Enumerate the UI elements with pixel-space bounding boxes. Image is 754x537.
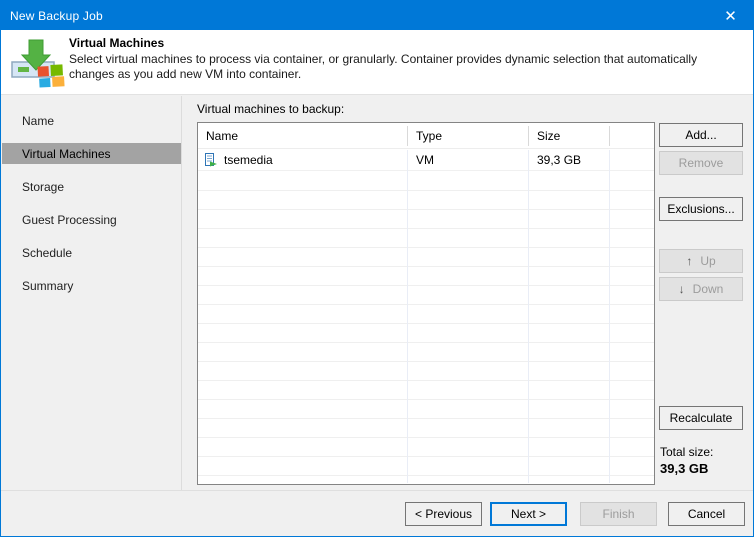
cancel-button[interactable]: Cancel (668, 502, 745, 526)
step-description: Select virtual machines to process via c… (69, 52, 698, 81)
vm-table[interactable]: Name Type Size tsemedia VM 39,3 GB (197, 122, 655, 485)
total-size-value: 39,3 GB (660, 461, 709, 476)
remove-button[interactable]: Remove (659, 151, 743, 175)
vm-table-header: Name Type Size (198, 123, 654, 149)
next-button[interactable]: Next > (490, 502, 567, 526)
exclusions-button[interactable]: Exclusions... (659, 197, 743, 221)
column-header-name[interactable]: Name (198, 123, 408, 149)
backup-job-icon (11, 37, 65, 89)
recalculate-button[interactable]: Recalculate (659, 406, 743, 430)
footer-bar: < Previous Next > Finish Cancel (1, 490, 753, 536)
wizard-steps-sidebar: Name Virtual Machines Storage Guest Proc… (2, 96, 182, 490)
column-header-size[interactable]: Size (529, 123, 610, 149)
sidebar-item-virtual-machines[interactable]: Virtual Machines (2, 143, 181, 164)
column-divider[interactable] (407, 126, 408, 146)
sidebar-item-storage[interactable]: Storage (2, 176, 181, 197)
add-button[interactable]: Add... (659, 123, 743, 147)
down-button[interactable]: ↓ Down (659, 277, 743, 301)
column-header-type[interactable]: Type (408, 123, 529, 149)
up-button-label: Up (700, 254, 716, 268)
finish-button[interactable]: Finish (580, 502, 657, 526)
vm-name: tsemedia (224, 152, 273, 167)
close-icon: ✕ (724, 7, 737, 25)
column-divider[interactable] (609, 126, 610, 146)
up-button[interactable]: ↑ Up (659, 249, 743, 273)
sidebar-item-summary[interactable]: Summary (2, 275, 181, 296)
step-title: Virtual Machines (69, 36, 165, 50)
vm-icon (205, 152, 217, 166)
title-bar: New Backup Job (1, 1, 753, 30)
window-title: New Backup Job (10, 8, 103, 23)
down-arrow-icon: ↓ (678, 282, 685, 296)
column-gridline (609, 150, 610, 483)
sidebar-item-guest-processing[interactable]: Guest Processing (2, 209, 181, 230)
vm-name-cell: tsemedia (198, 152, 408, 167)
previous-button[interactable]: < Previous (405, 502, 482, 526)
up-arrow-icon: ↑ (686, 254, 693, 268)
table-row[interactable]: tsemedia VM 39,3 GB (198, 149, 654, 171)
vm-list-label: Virtual machines to backup: (197, 102, 345, 116)
wizard-header: Virtual Machines Select virtual machines… (1, 30, 753, 95)
close-button[interactable]: ✕ (708, 1, 753, 30)
column-gridline (407, 150, 408, 483)
column-divider[interactable] (528, 126, 529, 146)
vm-type: VM (416, 152, 434, 167)
sidebar-item-name[interactable]: Name (2, 110, 181, 131)
empty-rows-grid[interactable] (198, 172, 654, 484)
column-gridline (528, 150, 529, 483)
sidebar-item-schedule[interactable]: Schedule (2, 242, 181, 263)
total-size-label: Total size: (660, 445, 714, 459)
vm-size: 39,3 GB (537, 152, 582, 167)
down-button-label: Down (692, 282, 724, 296)
new-backup-job-window: New Backup Job ✕ Virtual Machines Select… (0, 0, 754, 537)
